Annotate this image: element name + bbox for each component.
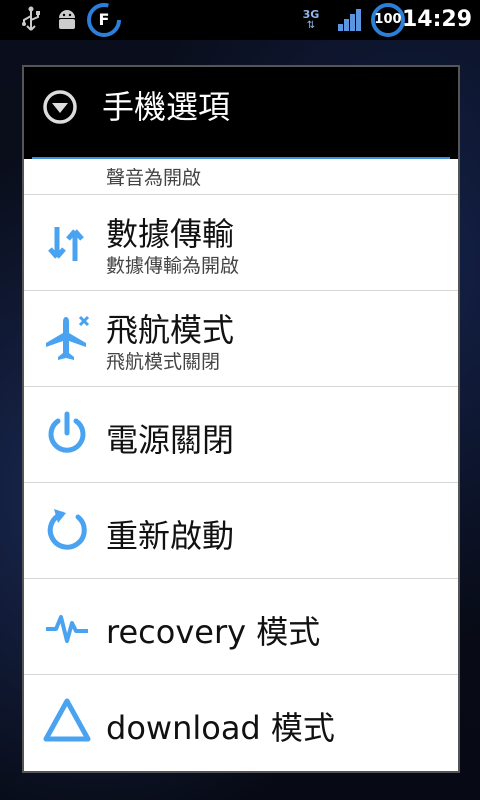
list-item-label: 數據傳輸 [106,215,235,253]
phone-options-dialog: 手機選項 聲音為開啟 數據傳輸 數據傳輸為開啟 飛航模式 飛航模式關閉 電源關閉… [22,65,460,773]
data-transfer-icon [42,219,92,269]
airplane-icon [42,313,92,363]
list-item-label: recovery 模式 [106,613,321,651]
list-item-restart[interactable]: 重新啟動 [24,483,458,579]
list-item-sub: 飛航模式關閉 [106,351,221,373]
f-badge-text: F [98,10,110,29]
3g-data-icon: 3G ⇅ [302,8,320,31]
list-item-download-mode[interactable]: download 模式 [24,675,458,771]
list-item-sub: 聲音為開啟 [106,167,202,189]
restart-icon [42,505,92,555]
usb-icon [16,0,46,40]
list-item-power-off[interactable]: 電源關閉 [24,387,458,483]
signal-icon [336,0,364,40]
list-item-sub: 數據傳輸為開啟 [106,255,240,277]
status-time: 14:29 [401,7,472,32]
list-item-recovery-mode[interactable]: recovery 模式 [24,579,458,675]
f-badge-icon: F [84,0,124,40]
list-item-label: 重新啟動 [106,517,235,555]
list-item-sound[interactable]: 聲音為開啟 [24,99,458,195]
list-item-label: 電源關閉 [106,421,235,459]
pulse-icon [42,601,92,651]
options-list: 聲音為開啟 數據傳輸 數據傳輸為開啟 飛航模式 飛航模式關閉 電源關閉 重新啟動… [24,159,458,771]
list-item-data-transfer[interactable]: 數據傳輸 數據傳輸為開啟 [24,195,458,291]
power-icon [42,409,92,459]
list-item-airplane-mode[interactable]: 飛航模式 飛航模式關閉 [24,291,458,387]
status-bar: F 3G ⇅ 100 14:29 [0,0,480,40]
android-debug-icon [52,0,82,40]
triangle-icon [42,695,92,745]
list-item-label: 飛航模式 [106,311,235,349]
list-item-label: download 模式 [106,709,335,747]
